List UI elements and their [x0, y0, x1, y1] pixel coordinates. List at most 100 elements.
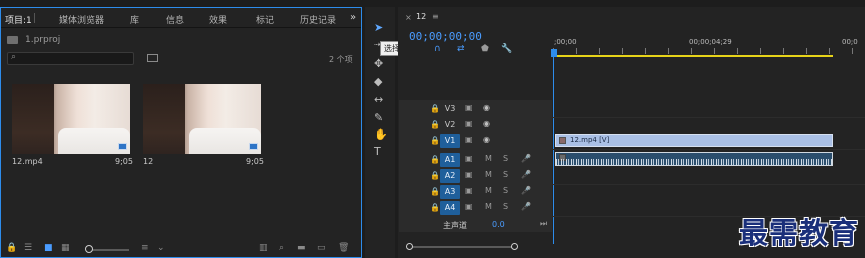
- mute-button[interactable]: M: [485, 186, 492, 195]
- track-lock-icon[interactable]: 🔒: [430, 155, 440, 164]
- project-search-input[interactable]: ⌕: [7, 52, 134, 65]
- master-track-label: 主声道: [443, 221, 467, 230]
- sync-lock-icon[interactable]: ▣: [465, 170, 473, 179]
- sort-icon[interactable]: ≡: [141, 243, 149, 253]
- type-icon[interactable]: T: [374, 145, 381, 158]
- scrollbar-left-handle[interactable]: [406, 243, 413, 250]
- track-a3: 🔒 A3 ▣ M S 🎤: [399, 184, 865, 200]
- mute-button[interactable]: M: [485, 202, 492, 211]
- sync-lock-icon[interactable]: ▣: [465, 186, 473, 195]
- track-lock-icon[interactable]: 🔒: [430, 120, 440, 129]
- wrench-icon[interactable]: 🔧: [501, 44, 512, 54]
- solo-button[interactable]: S: [503, 154, 508, 163]
- list-view-icon[interactable]: ☰: [24, 243, 32, 253]
- find-icon[interactable]: ⌕: [279, 243, 284, 253]
- tab-effects[interactable]: 效果: [209, 13, 227, 26]
- add-marker-icon[interactable]: ⬟: [481, 44, 489, 54]
- sync-lock-icon[interactable]: ▣: [465, 154, 473, 163]
- sync-lock-icon[interactable]: ▣: [465, 202, 473, 211]
- time-ruler[interactable]: ;00;00 00;00;04;29 00;0: [553, 38, 865, 56]
- solo-button[interactable]: S: [503, 186, 508, 195]
- thumbnail-zoom-slider[interactable]: [91, 249, 129, 251]
- panel-menu-icon[interactable]: ≡: [432, 12, 439, 21]
- close-icon[interactable]: ×: [405, 13, 412, 22]
- track-divider: [552, 117, 865, 118]
- microphone-icon[interactable]: 🎤: [521, 154, 531, 163]
- mute-button[interactable]: M: [485, 170, 492, 179]
- audio-waveform: [556, 159, 832, 165]
- trash-icon[interactable]: 🗑: [338, 243, 349, 253]
- slip-icon[interactable]: ↔: [374, 93, 383, 106]
- track-lock-icon[interactable]: 🔒: [430, 203, 440, 212]
- work-area-bar[interactable]: [555, 55, 833, 57]
- track-target[interactable]: A3: [440, 185, 460, 199]
- track-target[interactable]: A1: [440, 153, 460, 167]
- microphone-icon[interactable]: 🎤: [521, 170, 531, 179]
- ruler-label: 00;00;04;29: [689, 38, 732, 46]
- tab-markers[interactable]: 标记: [256, 13, 274, 26]
- tab-project[interactable]: 项目:1: [5, 13, 32, 26]
- linked-selection-icon[interactable]: ⇄: [457, 44, 465, 54]
- microphone-icon[interactable]: 🎤: [521, 186, 531, 195]
- video-clip[interactable]: 12.mp4 [V]: [555, 134, 833, 147]
- tab-media-browser[interactable]: 媒体浏览器: [59, 13, 104, 26]
- eye-icon[interactable]: ◉: [483, 103, 490, 112]
- clip-thumbnail[interactable]: [143, 84, 261, 154]
- ripple-edit-icon[interactable]: ✥: [374, 57, 383, 70]
- clip-preview-image: [189, 128, 261, 154]
- sync-lock-icon[interactable]: ▣: [465, 103, 473, 112]
- scrollbar-right-handle[interactable]: [511, 243, 518, 250]
- new-bin-from-search-icon[interactable]: [147, 54, 158, 62]
- track-lock-icon[interactable]: 🔒: [430, 187, 440, 196]
- sync-lock-icon[interactable]: ▣: [465, 135, 473, 144]
- new-bin-icon[interactable]: ▬: [297, 243, 306, 253]
- icon-view-icon[interactable]: ■: [44, 243, 53, 253]
- selection-tool-icon[interactable]: ➤: [374, 21, 383, 34]
- eye-icon[interactable]: ◉: [483, 119, 490, 128]
- track-target[interactable]: V3: [440, 102, 460, 116]
- lock-icon[interactable]: 🔒: [6, 243, 17, 253]
- track-lock-icon[interactable]: 🔒: [430, 171, 440, 180]
- track-target[interactable]: V1: [440, 134, 460, 148]
- track-lock-icon[interactable]: 🔒: [430, 136, 440, 145]
- sequence-tab[interactable]: 12: [416, 12, 426, 21]
- chevron-down-icon[interactable]: ⌄: [157, 243, 165, 253]
- clip-preview-image: [143, 84, 185, 154]
- freeform-view-icon[interactable]: ▦: [61, 243, 70, 253]
- clip-preview-image: [12, 84, 54, 154]
- tab-libraries[interactable]: 库: [130, 13, 139, 26]
- go-to-end-icon[interactable]: ⏭: [540, 219, 547, 229]
- automate-to-sequence-icon[interactable]: ▥: [259, 243, 268, 253]
- razor-icon[interactable]: ◆: [374, 75, 382, 88]
- audio-clip[interactable]: [555, 152, 833, 166]
- solo-button[interactable]: S: [503, 202, 508, 211]
- project-file-name: 1.prproj: [25, 35, 61, 45]
- clip-preview-image: [58, 128, 130, 154]
- zoom-slider-handle[interactable]: [85, 245, 93, 253]
- microphone-icon[interactable]: 🎤: [521, 202, 531, 211]
- eye-icon[interactable]: ◉: [483, 135, 490, 144]
- tab-info[interactable]: 信息: [166, 13, 184, 26]
- timeline-zoom-scrollbar[interactable]: [408, 246, 516, 248]
- track-lock-icon[interactable]: 🔒: [430, 104, 440, 113]
- track-target[interactable]: V2: [440, 118, 460, 132]
- playhead-handle[interactable]: [551, 49, 557, 57]
- master-volume-value[interactable]: 0.0: [492, 220, 505, 229]
- snap-icon[interactable]: ∩: [434, 44, 441, 54]
- track-target[interactable]: A4: [440, 201, 460, 215]
- clip-thumbnail[interactable]: [12, 84, 130, 154]
- track-target[interactable]: A2: [440, 169, 460, 183]
- sync-lock-icon[interactable]: ▣: [465, 119, 473, 128]
- playhead-timecode[interactable]: 00;00;00;00: [409, 30, 482, 43]
- pen-icon[interactable]: ✎: [374, 111, 383, 124]
- hand-icon[interactable]: ✋: [374, 128, 388, 141]
- mute-button[interactable]: M: [485, 154, 492, 163]
- new-item-icon[interactable]: ▭: [317, 243, 326, 253]
- item-count: 2 个项: [329, 55, 353, 64]
- track-divider: [552, 149, 865, 150]
- project-folder-icon: [7, 36, 18, 44]
- track-a2: 🔒 A2 ▣ M S 🎤: [399, 168, 865, 184]
- tab-history[interactable]: 历史记录: [300, 13, 336, 26]
- solo-button[interactable]: S: [503, 170, 508, 179]
- panel-overflow-icon[interactable]: »: [350, 12, 356, 23]
